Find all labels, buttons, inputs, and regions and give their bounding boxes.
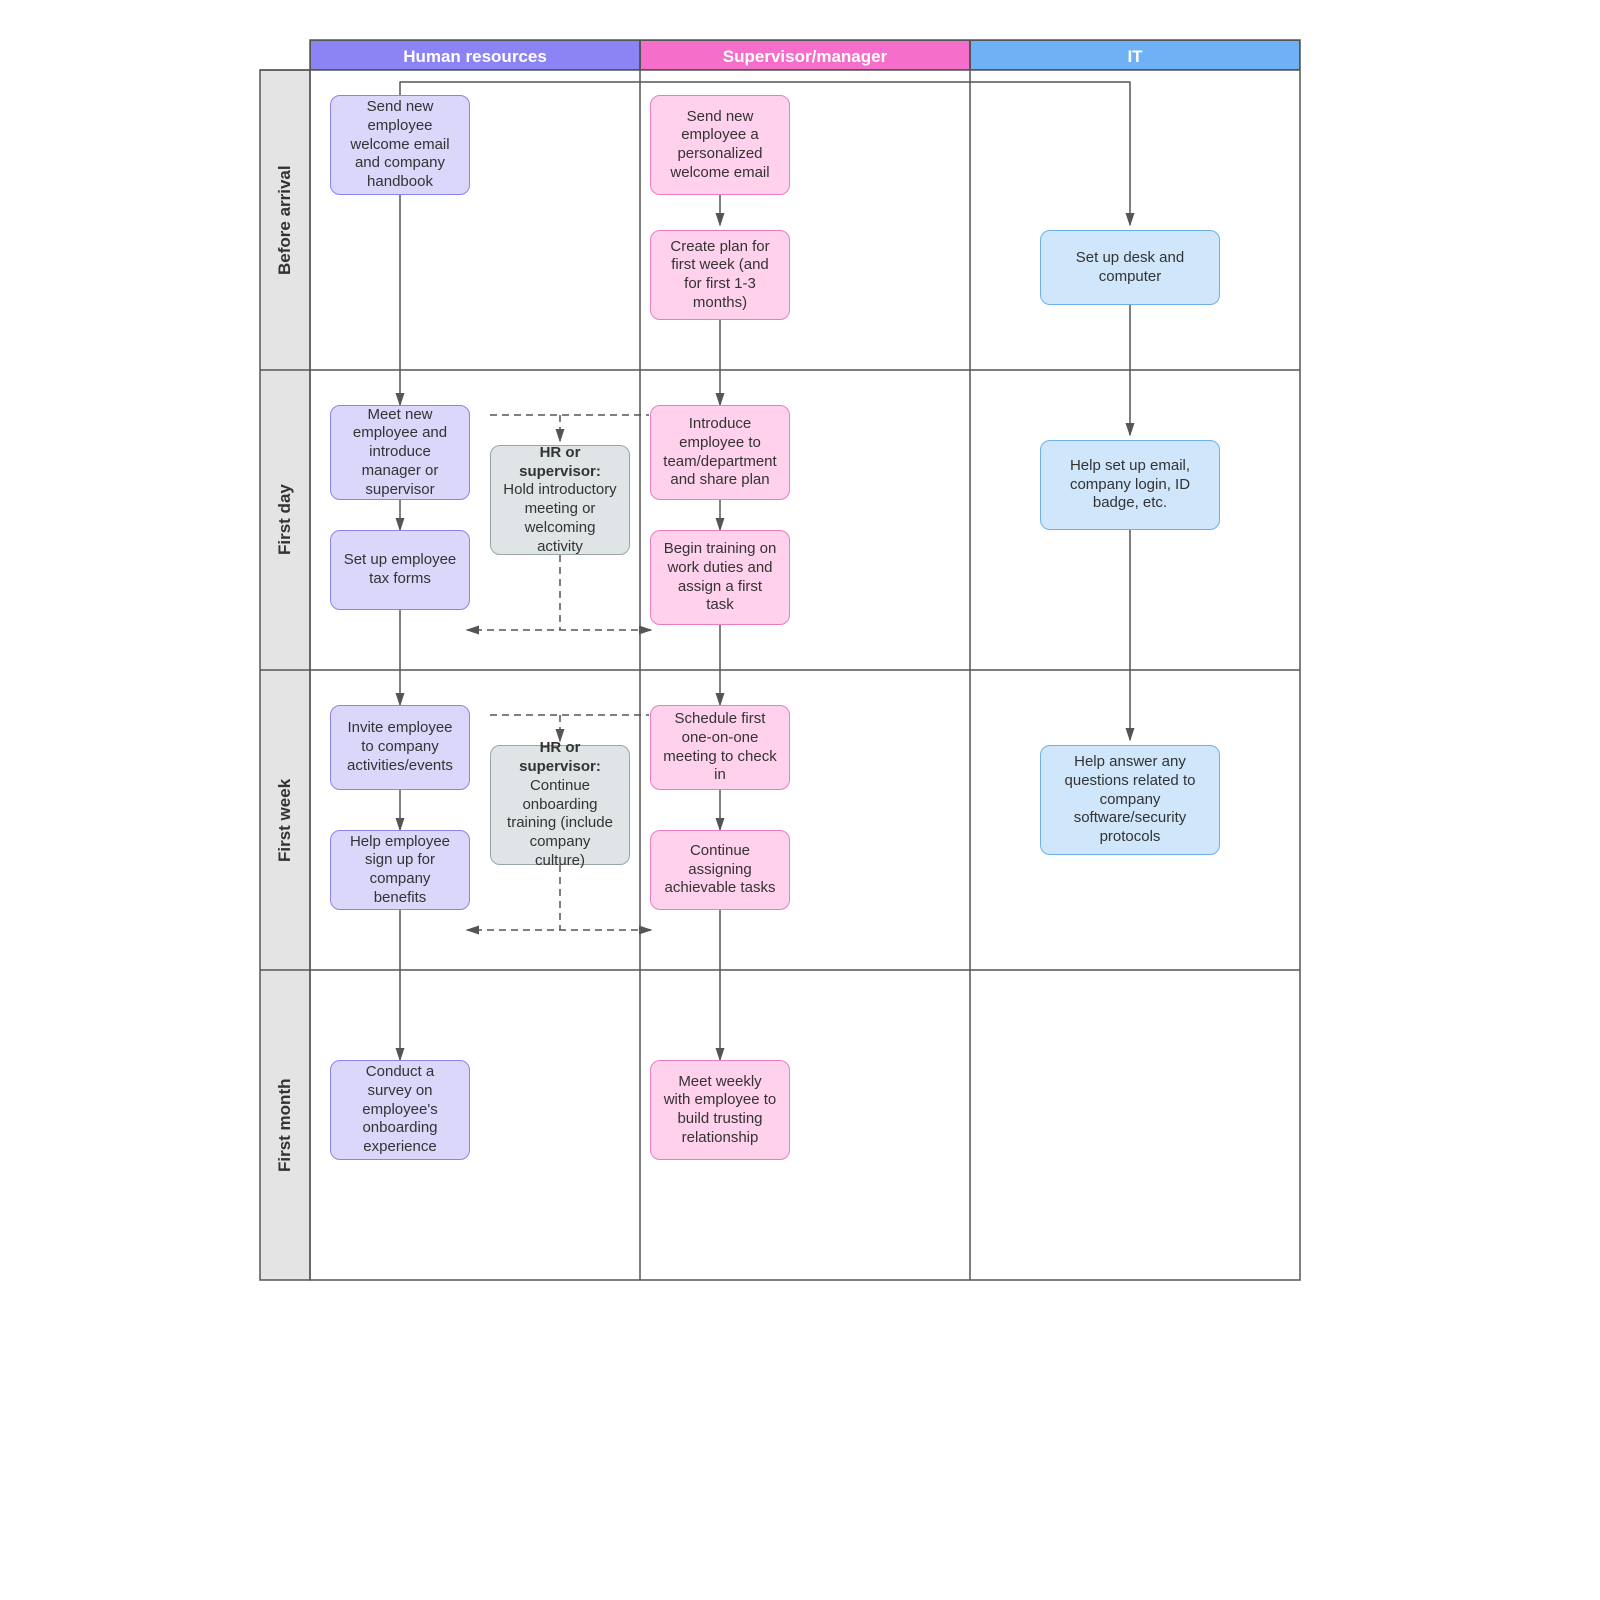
lane-header-sup: Supervisor/manager	[640, 40, 970, 70]
row-label-first-day: First day	[260, 370, 310, 670]
row-label-first-week: First week	[260, 670, 310, 970]
node-hr-invite-events: Invite employee to company activities/ev…	[330, 705, 470, 790]
shared2-title: HR or supervisor:	[519, 739, 601, 775]
lane-header-it: IT	[970, 40, 1300, 70]
node-hr-tax-forms: Set up employee tax forms	[330, 530, 470, 610]
node-hr-benefits: Help employee sign up for company benefi…	[330, 830, 470, 910]
node-hr-survey: Conduct a survey on employee's onboardin…	[330, 1060, 470, 1160]
node-sup-personal-email: Send new employee a personalized welcome…	[650, 95, 790, 195]
shared2-body: Continue onboarding training (include co…	[507, 777, 613, 869]
shared1-title: HR or supervisor:	[519, 444, 601, 480]
lane-header-hr: Human resources	[310, 40, 640, 70]
node-it-set-up-desk: Set up desk and computer	[1040, 230, 1220, 305]
node-hr-meet-employee: Meet new employee and introduce manager …	[330, 405, 470, 500]
swimlane-diagram: Human resources Supervisor/manager IT Be…	[0, 0, 1600, 1600]
node-sup-meet-weekly: Meet weekly with employee to build trust…	[650, 1060, 790, 1160]
node-sup-create-plan: Create plan for first week (and for firs…	[650, 230, 790, 320]
shared1-body: Hold introductory meeting or welcoming a…	[503, 481, 616, 554]
connectors-layer	[0, 0, 1600, 1600]
row-label-first-month: First month	[260, 970, 310, 1280]
node-shared-intro-meeting: HR or supervisor: Hold introductory meet…	[490, 445, 630, 555]
node-sup-continue-tasks: Continue assigning achievable tasks	[650, 830, 790, 910]
node-it-software-security: Help answer any questions related to com…	[1040, 745, 1220, 855]
node-sup-one-on-one: Schedule first one-on-one meeting to che…	[650, 705, 790, 790]
node-hr-welcome-email: Send new employee welcome email and comp…	[330, 95, 470, 195]
node-shared-continue-onboarding: HR or supervisor: Continue onboarding tr…	[490, 745, 630, 865]
node-it-email-login: Help set up email, company login, ID bad…	[1040, 440, 1220, 530]
node-sup-introduce-team: Introduce employee to team/department an…	[650, 405, 790, 500]
row-label-before: Before arrival	[260, 70, 310, 370]
node-sup-begin-training: Begin training on work duties and assign…	[650, 530, 790, 625]
